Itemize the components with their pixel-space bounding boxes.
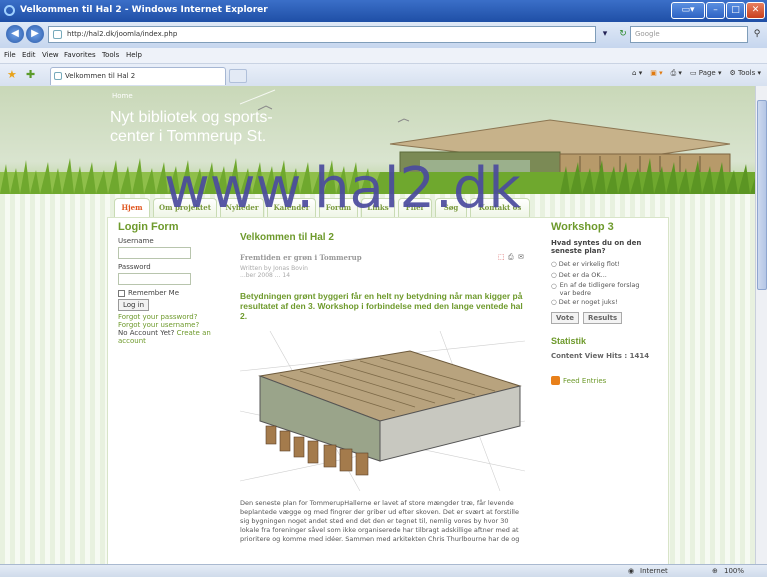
menu-view[interactable]: View [42, 51, 59, 59]
print-article-icon[interactable]: ⎙ [508, 253, 514, 262]
right-sidebar: Workshop 3 Hvad syntes du on den seneste… [551, 221, 661, 385]
zoom-level[interactable]: 100% [724, 567, 744, 575]
article-title[interactable]: Fremtiden er grøn i Tommerup [240, 253, 362, 262]
poll-heading: Workshop 3 [551, 221, 614, 233]
scrollbar-thumb[interactable] [757, 100, 767, 290]
article-lead: Betydningen grønt byggeri får en helt ny… [240, 291, 523, 321]
close-button[interactable]: ✕ [746, 2, 765, 19]
stats-value: 1414 [629, 352, 650, 360]
page-favicon-icon [53, 30, 62, 39]
menu-edit[interactable]: Edit [22, 51, 36, 59]
zone-label: Internet [640, 567, 668, 575]
menubar: File Edit View Favorites Tools Help [0, 48, 767, 64]
menu-favorites[interactable]: Favorites [64, 51, 96, 59]
window-titlebar: Velkommen til Hal 2 - Windows Internet E… [0, 0, 767, 22]
forward-icon[interactable]: ▶ [26, 25, 44, 43]
remember-label: Remember Me [128, 289, 179, 297]
rss-icon [551, 376, 560, 385]
forgot-username-link[interactable]: Forgot your username? [118, 321, 199, 329]
login-button[interactable]: Log in [118, 299, 150, 311]
article-body: Den seneste plan for TommerupHallerne er… [240, 499, 520, 543]
search-input[interactable]: Google [630, 26, 748, 43]
forgot-password-link[interactable]: Forgot your password? [118, 313, 197, 321]
login-heading: Login Form [118, 221, 179, 233]
address-input[interactable]: http://hal2.dk/joomla/index.php [48, 26, 596, 43]
poll-option-label: Det er virkelig flot! [558, 260, 620, 268]
tabbar: ★ ✚ Velkommen til Hal 2 ⌂ ▾ ▣ ▾ ⎙ ▾ ▭ Pa… [0, 64, 767, 86]
window-controls: ▭▾ – □ ✕ [671, 2, 765, 19]
window-title: Velkommen til Hal 2 - Windows Internet E… [20, 5, 268, 15]
article-date: ...ber 2008 ... 14 [240, 272, 291, 279]
favorites-star-icon[interactable]: ★ [7, 68, 17, 81]
poll-option-label: En af de tidligere forslag var bedre [559, 281, 640, 297]
remember-checkbox[interactable] [118, 289, 125, 297]
vote-button[interactable]: Vote [551, 312, 579, 324]
article: Velkommen til Hal 2 Fremtiden er grøn i … [239, 232, 530, 545]
tab-velkommen[interactable]: Velkommen til Hal 2 [50, 67, 226, 85]
home-icon[interactable]: ⌂ ▾ [632, 69, 642, 78]
maximize-button[interactable]: □ [726, 2, 745, 19]
add-favorite-icon[interactable]: ✚ [26, 68, 35, 81]
globe-icon: ◉ [628, 567, 635, 575]
poll-option[interactable]: ○ En af de tidligere forslag var bedre [551, 281, 661, 297]
poll-option[interactable]: ○ Det er noget juks! [551, 297, 661, 308]
new-tab-button[interactable] [229, 69, 247, 83]
poll-question: Hvad syntes du on den seneste plan? [551, 239, 642, 255]
url-text: http://hal2.dk/joomla/index.php [67, 30, 178, 38]
print-icon[interactable]: ⎙ ▾ [671, 69, 682, 78]
poll-option[interactable]: ○ Det er da OK... [551, 270, 661, 281]
breadcrumb[interactable]: Home [112, 92, 133, 100]
window-tile-icon[interactable]: ▭▾ [671, 2, 705, 19]
building-render-image [239, 330, 526, 492]
feed-label: Feed Entries [563, 376, 607, 385]
address-dropdown-icon[interactable]: ▾ [598, 27, 612, 41]
minimize-button[interactable]: – [706, 2, 725, 19]
command-bar: ⌂ ▾ ▣ ▾ ⎙ ▾ ▭ Page ▾ ⚙ Tools ▾ [632, 69, 761, 78]
vertical-scrollbar[interactable] [755, 86, 767, 564]
refresh-icon[interactable]: ↻ [616, 27, 630, 41]
no-account-text: No Account Yet? [118, 329, 175, 337]
password-input[interactable] [118, 273, 191, 285]
url-watermark: www.hal2.dk [164, 156, 521, 221]
site-title: Nyt bibliotek og sports-center i Tommeru… [110, 109, 273, 145]
password-label: Password [118, 263, 151, 271]
tab-label: Velkommen til Hal 2 [65, 72, 136, 80]
statusbar: ◉ Internet ⊕ 100% [0, 564, 767, 577]
poll-option-label: Det er noget juks! [558, 298, 618, 306]
poll-option-label: Det er da OK... [558, 271, 607, 279]
article-author: Written by Jonas Bovin [240, 265, 308, 272]
username-label: Username [118, 237, 154, 245]
email-icon[interactable]: ✉ [518, 253, 524, 261]
search-icon[interactable]: ⚲ [750, 27, 764, 41]
pdf-icon[interactable]: ⬚ [498, 253, 505, 261]
main-heading: Velkommen til Hal 2 [240, 232, 334, 243]
page-menu[interactable]: ▭ Page ▾ [690, 69, 722, 78]
poll-option[interactable]: ○ Det er virkelig flot! [551, 259, 661, 270]
zoom-icon[interactable]: ⊕ [712, 567, 718, 575]
feed-link[interactable]: Feed Entries [551, 376, 661, 385]
back-icon[interactable]: ◀ [6, 25, 24, 43]
menu-file[interactable]: File [4, 51, 16, 59]
nav-hjem[interactable]: Hjem [114, 198, 150, 218]
feeds-icon[interactable]: ▣ ▾ [650, 69, 662, 78]
ie-icon [4, 5, 15, 16]
results-button[interactable]: Results [582, 312, 623, 324]
login-module: Login Form Username Password Remember Me… [118, 221, 228, 345]
stats-label: Content View Hits : [551, 352, 628, 360]
stats-heading: Statistik [551, 336, 587, 346]
address-toolbar: ◀ ▶ http://hal2.dk/joomla/index.php ▾ ↻ … [0, 22, 767, 48]
tools-menu[interactable]: ⚙ Tools ▾ [729, 69, 761, 78]
tools-menu-label: Tools [738, 69, 756, 77]
menu-help[interactable]: Help [126, 51, 142, 59]
username-input[interactable] [118, 247, 191, 259]
page-menu-label: Page [698, 69, 716, 77]
tab-favicon-icon [54, 72, 62, 80]
menu-tools[interactable]: Tools [102, 51, 119, 59]
